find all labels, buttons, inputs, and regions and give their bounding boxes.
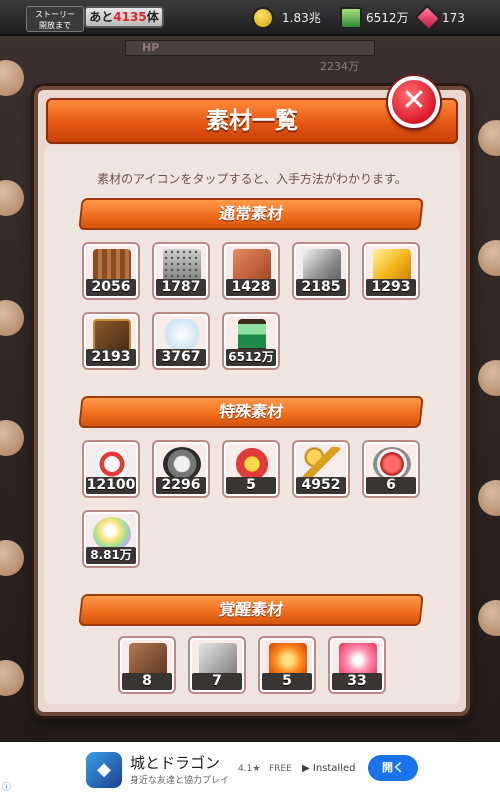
material-tile[interactable]: 3767 [152,312,210,370]
wood-block-icon [93,249,131,283]
ad-open-button[interactable]: 開く [368,755,418,781]
material-count: 6 [366,477,416,494]
silver-puzzle-piece-icon [199,643,237,677]
bg-character-face [478,120,500,156]
gold-coin-icon [252,7,274,29]
ad-installed-status: ▶ Installed [302,763,356,774]
material-tile[interactable]: 2185 [292,242,350,300]
green-hourglass-icon [238,319,266,353]
hp-bar: HP [125,40,375,56]
ad-installed-label: Installed [312,763,356,774]
ad-banner[interactable]: ◆ 城とドラゴン 身近な友達と協力プレイ 4.1★ FREE ▶ Install… [0,742,500,800]
material-tile[interactable]: 5 [222,440,280,498]
bg-character-face [0,420,24,456]
material-tile[interactable]: 6512万 [222,312,280,370]
material-count: 4952 [296,477,346,494]
modal-hint-text: 素材のアイコンをタップすると、入手方法がわかります。 [97,172,407,186]
material-tile[interactable]: 4952 [292,440,350,498]
silver-cat-coin-icon [163,447,201,481]
material-tile[interactable]: 8.81万 [82,510,140,568]
red-potion-bag-icon [373,447,411,481]
material-count: 5 [226,477,276,494]
material-count: 2056 [86,279,136,296]
material-count: 1428 [226,279,276,296]
remaining-count-box: あと4135体 [84,6,164,28]
p-cat-medal-icon [93,447,131,481]
close-button[interactable]: ✕ [388,76,440,128]
bg-character-face [478,240,500,276]
remain-suffix: 体 [146,10,159,24]
material-tile[interactable]: 7 [188,636,246,694]
material-tile[interactable]: 12100 [82,440,140,498]
gem-amount: 173 [442,11,465,25]
material-count: 33 [332,673,382,690]
bg-character-face [0,540,24,576]
remain-prefix: あと [89,10,114,24]
section-special-materials: 特殊素材 [78,396,424,428]
ghost-cat-icon [163,319,201,353]
bg-character-face [0,300,24,336]
hourglass-amount: 6512万 [366,11,409,25]
play-store-icon: ▶ [302,763,310,774]
material-tile[interactable]: 1293 [362,242,420,300]
material-count: 1787 [156,279,206,296]
bg-character-face [0,60,24,96]
stone-block-icon [163,249,201,283]
bronze-puzzle-piece-icon [129,643,167,677]
story-label: ストーリー [35,10,75,19]
top-status-bar: ストーリー 開放まで あと4135体 1.83兆 6512万 173 [0,0,500,36]
gold-amount: 1.83兆 [282,11,321,25]
rainbow-puzzle-piece-icon [339,643,377,677]
ad-info-icon[interactable]: ⓘ [2,780,11,793]
material-tile[interactable]: 5 [258,636,316,694]
material-count: 7 [192,673,242,690]
ad-rating: 4.1★ [238,764,261,774]
material-count: 1293 [366,279,416,296]
remain-count: 4135 [113,10,147,24]
material-tile[interactable]: 1787 [152,242,210,300]
material-count: 2185 [296,279,346,296]
material-tile[interactable]: 8 [118,636,176,694]
material-tile[interactable]: 1428 [222,242,280,300]
material-count: 12100 [86,477,136,494]
golden-key-icon [303,447,341,481]
copper-block-icon [233,249,271,283]
material-count: 2296 [156,477,206,494]
bg-character-face [478,600,500,636]
material-count: 5 [262,673,312,690]
material-count: 3767 [156,349,206,366]
ad-title[interactable]: 城とドラゴン [130,752,220,773]
story-unlock-badge[interactable]: ストーリー 開放まで [26,6,84,32]
app-icon[interactable]: ◆ [86,752,122,788]
material-tile[interactable]: 2056 [82,242,140,300]
steel-block-icon [303,249,341,283]
spellbook-icon [93,319,131,353]
gold-block-icon [373,249,411,283]
story-sub-label: 開放まで [39,21,71,30]
hp-value: 2234万 [320,60,359,73]
bg-character-face [0,660,24,696]
section-awakening-materials: 覚醒素材 [78,594,424,626]
bg-character-face [0,180,24,216]
section-normal-materials: 通常素材 [78,198,424,230]
material-tile[interactable]: 2296 [152,440,210,498]
material-count: 2193 [86,349,136,366]
material-count: 6512万 [226,349,276,366]
material-tile[interactable]: 33 [328,636,386,694]
hp-label: HP [142,41,160,54]
bg-character-face [478,480,500,516]
material-tile[interactable]: 6 [362,440,420,498]
ad-subtitle: 身近な友達と協力プレイ [130,776,230,786]
hourglass-icon [340,7,362,29]
ad-price: FREE [269,764,292,774]
star-ribbon-medal-icon [233,447,271,481]
material-count: 8.81万 [86,547,136,564]
material-list-modal: 素材一覧 素材のアイコンをタップすると、入手方法がわかります。 通常素材 205… [34,86,470,716]
bg-character-face [478,360,500,396]
material-tile[interactable]: 2193 [82,312,140,370]
material-count: 8 [122,673,172,690]
gem-icon [414,4,442,32]
rainbow-orb-icon [93,517,131,551]
fire-puzzle-piece-icon [269,643,307,677]
